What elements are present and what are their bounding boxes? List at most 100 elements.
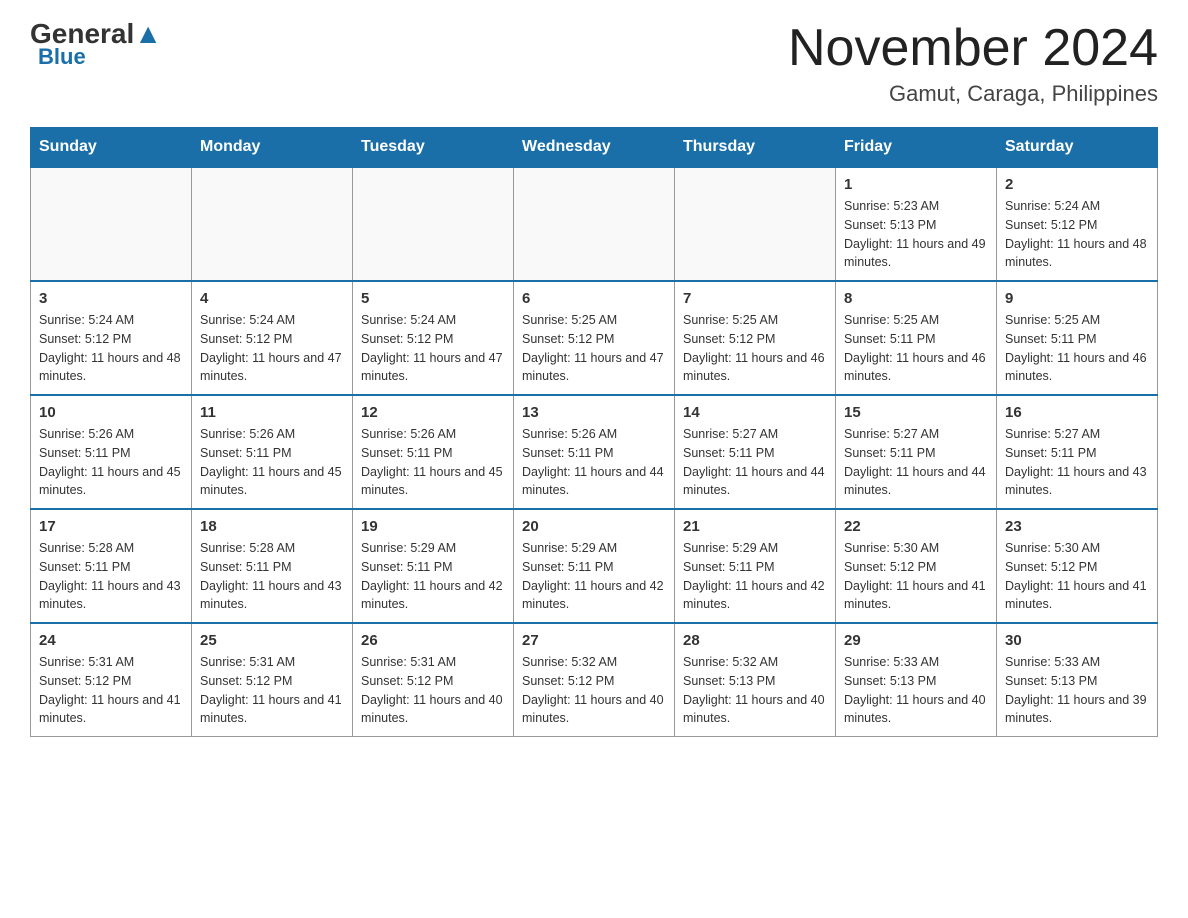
calendar-cell: 25 Sunrise: 5:31 AM Sunset: 5:12 PM Dayli… bbox=[192, 623, 353, 737]
calendar-cell: 6 Sunrise: 5:25 AM Sunset: 5:12 PM Daylig… bbox=[514, 281, 675, 395]
day-info: Sunrise: 5:31 AM Sunset: 5:12 PM Dayligh… bbox=[200, 653, 344, 728]
day-number: 9 bbox=[1005, 290, 1149, 307]
day-number: 1 bbox=[844, 176, 988, 193]
day-info: Sunrise: 5:29 AM Sunset: 5:11 PM Dayligh… bbox=[361, 539, 505, 614]
day-number: 4 bbox=[200, 290, 344, 307]
logo-blue-text: Blue bbox=[38, 44, 86, 70]
day-number: 27 bbox=[522, 632, 666, 649]
day-number: 18 bbox=[200, 518, 344, 535]
day-info: Sunrise: 5:24 AM Sunset: 5:12 PM Dayligh… bbox=[361, 311, 505, 386]
day-number: 13 bbox=[522, 404, 666, 421]
calendar-cell: 18 Sunrise: 5:28 AM Sunset: 5:11 PM Dayli… bbox=[192, 509, 353, 623]
day-info: Sunrise: 5:27 AM Sunset: 5:11 PM Dayligh… bbox=[1005, 425, 1149, 500]
page-header: General▲ Blue November 2024 Gamut, Carag… bbox=[30, 20, 1158, 107]
day-info: Sunrise: 5:29 AM Sunset: 5:11 PM Dayligh… bbox=[522, 539, 666, 614]
calendar-cell: 26 Sunrise: 5:31 AM Sunset: 5:12 PM Dayli… bbox=[353, 623, 514, 737]
calendar-cell: 19 Sunrise: 5:29 AM Sunset: 5:11 PM Dayli… bbox=[353, 509, 514, 623]
title-block: November 2024 Gamut, Caraga, Philippines bbox=[788, 20, 1158, 107]
calendar-week-row: 3 Sunrise: 5:24 AM Sunset: 5:12 PM Daylig… bbox=[31, 281, 1158, 395]
header-friday: Friday bbox=[836, 128, 997, 168]
day-info: Sunrise: 5:27 AM Sunset: 5:11 PM Dayligh… bbox=[683, 425, 827, 500]
logo: General▲ Blue bbox=[30, 20, 162, 70]
day-number: 6 bbox=[522, 290, 666, 307]
calendar-cell: 22 Sunrise: 5:30 AM Sunset: 5:12 PM Dayli… bbox=[836, 509, 997, 623]
calendar-week-row: 24 Sunrise: 5:31 AM Sunset: 5:12 PM Dayli… bbox=[31, 623, 1158, 737]
day-number: 14 bbox=[683, 404, 827, 421]
calendar-week-row: 1 Sunrise: 5:23 AM Sunset: 5:13 PM Daylig… bbox=[31, 167, 1158, 281]
calendar-cell: 2 Sunrise: 5:24 AM Sunset: 5:12 PM Daylig… bbox=[997, 167, 1158, 281]
day-number: 16 bbox=[1005, 404, 1149, 421]
day-info: Sunrise: 5:28 AM Sunset: 5:11 PM Dayligh… bbox=[39, 539, 183, 614]
header-wednesday: Wednesday bbox=[514, 128, 675, 168]
calendar-cell: 10Sunrise: 5:26 AM Sunset: 5:11 PM Dayli… bbox=[31, 395, 192, 509]
day-number: 22 bbox=[844, 518, 988, 535]
calendar-cell: 20 Sunrise: 5:29 AM Sunset: 5:11 PM Dayli… bbox=[514, 509, 675, 623]
header-tuesday: Tuesday bbox=[353, 128, 514, 168]
calendar-cell: 29Sunrise: 5:33 AM Sunset: 5:13 PM Dayli… bbox=[836, 623, 997, 737]
calendar-cell: 28 Sunrise: 5:32 AM Sunset: 5:13 PM Dayli… bbox=[675, 623, 836, 737]
calendar-cell: 8Sunrise: 5:25 AM Sunset: 5:11 PM Daylig… bbox=[836, 281, 997, 395]
day-info: Sunrise: 5:24 AM Sunset: 5:12 PM Dayligh… bbox=[1005, 197, 1149, 272]
calendar-cell: 27 Sunrise: 5:32 AM Sunset: 5:12 PM Dayli… bbox=[514, 623, 675, 737]
day-info: Sunrise: 5:32 AM Sunset: 5:13 PM Dayligh… bbox=[683, 653, 827, 728]
day-number: 28 bbox=[683, 632, 827, 649]
day-info: Sunrise: 5:28 AM Sunset: 5:11 PM Dayligh… bbox=[200, 539, 344, 614]
header-saturday: Saturday bbox=[997, 128, 1158, 168]
day-info: Sunrise: 5:30 AM Sunset: 5:12 PM Dayligh… bbox=[844, 539, 988, 614]
calendar-cell bbox=[353, 167, 514, 281]
header-monday: Monday bbox=[192, 128, 353, 168]
calendar-cell: 15 Sunrise: 5:27 AM Sunset: 5:11 PM Dayli… bbox=[836, 395, 997, 509]
calendar-cell: 7 Sunrise: 5:25 AM Sunset: 5:12 PM Daylig… bbox=[675, 281, 836, 395]
calendar-table: Sunday Monday Tuesday Wednesday Thursday… bbox=[30, 127, 1158, 737]
day-number: 24 bbox=[39, 632, 183, 649]
calendar-title: November 2024 bbox=[788, 20, 1158, 77]
day-info: Sunrise: 5:32 AM Sunset: 5:12 PM Dayligh… bbox=[522, 653, 666, 728]
calendar-cell: 4 Sunrise: 5:24 AM Sunset: 5:12 PM Daylig… bbox=[192, 281, 353, 395]
day-info: Sunrise: 5:25 AM Sunset: 5:12 PM Dayligh… bbox=[683, 311, 827, 386]
calendar-cell: 30 Sunrise: 5:33 AM Sunset: 5:13 PM Dayli… bbox=[997, 623, 1158, 737]
day-info: Sunrise: 5:33 AM Sunset: 5:13 PM Dayligh… bbox=[844, 653, 988, 728]
day-info: Sunrise: 5:31 AM Sunset: 5:12 PM Dayligh… bbox=[361, 653, 505, 728]
day-number: 21 bbox=[683, 518, 827, 535]
calendar-cell bbox=[675, 167, 836, 281]
logo-triangle-icon: ▲ bbox=[134, 18, 162, 49]
calendar-cell: 21 Sunrise: 5:29 AM Sunset: 5:11 PM Dayli… bbox=[675, 509, 836, 623]
day-number: 26 bbox=[361, 632, 505, 649]
calendar-cell: 12Sunrise: 5:26 AM Sunset: 5:11 PM Dayli… bbox=[353, 395, 514, 509]
calendar-cell bbox=[514, 167, 675, 281]
day-info: Sunrise: 5:30 AM Sunset: 5:12 PM Dayligh… bbox=[1005, 539, 1149, 614]
calendar-cell: 16 Sunrise: 5:27 AM Sunset: 5:11 PM Dayli… bbox=[997, 395, 1158, 509]
day-info: Sunrise: 5:26 AM Sunset: 5:11 PM Dayligh… bbox=[361, 425, 505, 500]
day-info: Sunrise: 5:23 AM Sunset: 5:13 PM Dayligh… bbox=[844, 197, 988, 272]
day-number: 19 bbox=[361, 518, 505, 535]
day-info: Sunrise: 5:24 AM Sunset: 5:12 PM Dayligh… bbox=[39, 311, 183, 386]
day-info: Sunrise: 5:26 AM Sunset: 5:11 PM Dayligh… bbox=[522, 425, 666, 500]
day-info: Sunrise: 5:25 AM Sunset: 5:11 PM Dayligh… bbox=[844, 311, 988, 386]
calendar-cell: 9Sunrise: 5:25 AM Sunset: 5:11 PM Daylig… bbox=[997, 281, 1158, 395]
day-number: 5 bbox=[361, 290, 505, 307]
day-number: 30 bbox=[1005, 632, 1149, 649]
calendar-cell: 24Sunrise: 5:31 AM Sunset: 5:12 PM Dayli… bbox=[31, 623, 192, 737]
calendar-cell: 3 Sunrise: 5:24 AM Sunset: 5:12 PM Daylig… bbox=[31, 281, 192, 395]
calendar-cell bbox=[31, 167, 192, 281]
day-number: 11 bbox=[200, 404, 344, 421]
day-number: 25 bbox=[200, 632, 344, 649]
day-number: 17 bbox=[39, 518, 183, 535]
calendar-cell: 23Sunrise: 5:30 AM Sunset: 5:12 PM Dayli… bbox=[997, 509, 1158, 623]
day-info: Sunrise: 5:24 AM Sunset: 5:12 PM Dayligh… bbox=[200, 311, 344, 386]
day-info: Sunrise: 5:25 AM Sunset: 5:12 PM Dayligh… bbox=[522, 311, 666, 386]
calendar-week-row: 10Sunrise: 5:26 AM Sunset: 5:11 PM Dayli… bbox=[31, 395, 1158, 509]
day-info: Sunrise: 5:29 AM Sunset: 5:11 PM Dayligh… bbox=[683, 539, 827, 614]
day-info: Sunrise: 5:27 AM Sunset: 5:11 PM Dayligh… bbox=[844, 425, 988, 500]
day-number: 15 bbox=[844, 404, 988, 421]
calendar-cell: 1 Sunrise: 5:23 AM Sunset: 5:13 PM Daylig… bbox=[836, 167, 997, 281]
calendar-cell: 14 Sunrise: 5:27 AM Sunset: 5:11 PM Dayli… bbox=[675, 395, 836, 509]
day-number: 7 bbox=[683, 290, 827, 307]
day-number: 2 bbox=[1005, 176, 1149, 193]
calendar-subtitle: Gamut, Caraga, Philippines bbox=[788, 81, 1158, 107]
calendar-cell: 5 Sunrise: 5:24 AM Sunset: 5:12 PM Daylig… bbox=[353, 281, 514, 395]
day-info: Sunrise: 5:33 AM Sunset: 5:13 PM Dayligh… bbox=[1005, 653, 1149, 728]
header-sunday: Sunday bbox=[31, 128, 192, 168]
day-number: 3 bbox=[39, 290, 183, 307]
day-number: 20 bbox=[522, 518, 666, 535]
